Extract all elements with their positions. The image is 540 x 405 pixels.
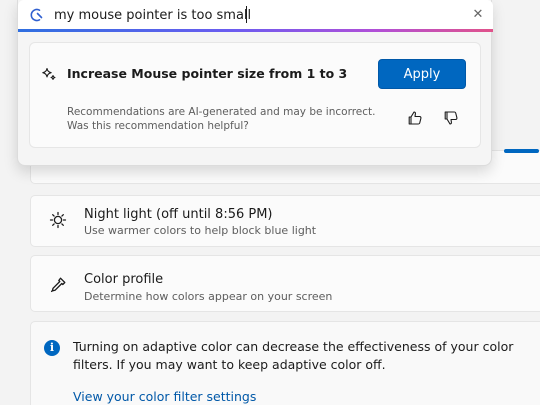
sun-icon [47,209,69,231]
toggle-accent[interactable] [504,149,539,153]
clear-search-button[interactable]: ✕ [470,7,486,23]
recommendation-card: Increase Mouse pointer size from 1 to 3 … [29,42,481,148]
color-profile-subtitle: Determine how colors appear on your scre… [84,290,333,303]
apply-button[interactable]: Apply [378,59,466,89]
search-focus-underline [18,29,493,32]
adaptive-color-infobar: i Turning on adaptive color can decrease… [30,321,540,405]
night-light-subtitle: Use warmer colors to help block blue lig… [84,224,317,237]
ai-disclaimer: Recommendations are AI-generated and may… [67,106,376,132]
text-caret [246,6,247,23]
settings-page: Night light (off until 8:56 PM) Use warm… [0,0,540,405]
color-filter-settings-link[interactable]: View your color filter settings [73,389,256,404]
search-input[interactable] [54,5,454,25]
thumbs-up-icon[interactable] [406,109,424,127]
infobar-message: Turning on adaptive color can decrease t… [73,339,514,372]
eyedropper-icon [47,274,69,296]
info-icon: i [44,340,60,356]
sparkle-icon [40,65,58,83]
night-light-title: Night light (off until 8:56 PM) [84,207,273,222]
color-profile-title: Color profile [84,272,164,287]
color-profile-card[interactable]: Color profile Determine how colors appea… [30,255,540,312]
copilot-search-icon [28,6,46,24]
thumbs-down-icon[interactable] [442,109,460,127]
recommendation-title: Increase Mouse pointer size from 1 to 3 [67,66,348,81]
search-flyout: ✕ Increase Mouse pointer size from 1 to … [17,0,493,166]
search-box[interactable]: ✕ [18,0,493,32]
night-light-card[interactable]: Night light (off until 8:56 PM) Use warm… [30,195,540,247]
